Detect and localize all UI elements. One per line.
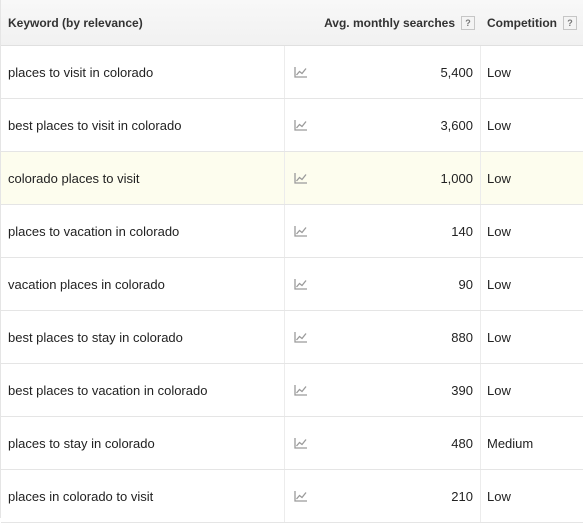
competition-cell: Low	[487, 488, 511, 504]
table-row[interactable]: best places to vacation in colorado 390 …	[1, 364, 583, 417]
trend-chart-icon[interactable]	[285, 278, 317, 290]
competition-cell: Low	[487, 329, 511, 345]
competition-cell: Low	[487, 276, 511, 292]
keyword-cell[interactable]: places to vacation in colorado	[1, 205, 285, 257]
searches-cell: 90	[317, 258, 481, 310]
table-row[interactable]: vacation places in colorado 90 Low	[1, 258, 583, 311]
keyword-cell[interactable]: colorado places to visit	[1, 152, 285, 204]
keyword-cell[interactable]: places in colorado to visit	[1, 470, 285, 522]
trend-chart-icon[interactable]	[285, 437, 317, 449]
searches-cell: 210	[317, 470, 481, 522]
competition-cell: Low	[487, 117, 511, 133]
searches-cell: 140	[317, 205, 481, 257]
keyword-ideas-table: Keyword (by relevance) Avg. monthly sear…	[0, 0, 583, 523]
searches-header-label: Avg. monthly searches	[324, 15, 455, 30]
searches-cell: 390	[317, 364, 481, 416]
keyword-cell[interactable]: vacation places in colorado	[1, 258, 285, 310]
competition-cell: Low	[487, 64, 511, 80]
competition-header-label: Competition	[487, 15, 557, 30]
searches-cell: 1,000	[317, 152, 481, 204]
trend-chart-icon[interactable]	[285, 490, 317, 502]
searches-cell: 880	[317, 311, 481, 363]
searches-column-header[interactable]: Avg. monthly searches ?	[285, 15, 481, 30]
competition-column-header[interactable]: Competition ?	[481, 15, 583, 30]
keyword-column-header[interactable]: Keyword (by relevance)	[1, 16, 285, 30]
table-row[interactable]: places to stay in colorado 480 Medium	[1, 417, 583, 470]
competition-cell: Low	[487, 382, 511, 398]
keyword-cell[interactable]: best places to visit in colorado	[1, 99, 285, 151]
keyword-cell[interactable]: places to stay in colorado	[1, 417, 285, 469]
table-row[interactable]: places to vacation in colorado 140 Low	[1, 205, 583, 258]
keyword-cell[interactable]: best places to stay in colorado	[1, 311, 285, 363]
keyword-cell[interactable]: places to visit in colorado	[1, 46, 285, 98]
competition-cell: Low	[487, 223, 511, 239]
competition-cell: Low	[487, 170, 511, 186]
table-row[interactable]: best places to stay in colorado 880 Low	[1, 311, 583, 364]
table-header: Keyword (by relevance) Avg. monthly sear…	[1, 0, 583, 46]
table-row[interactable]: places in colorado to visit 210 Low	[1, 470, 583, 523]
table-row[interactable]: places to visit in colorado 5,400 Low	[1, 46, 583, 99]
trend-chart-icon[interactable]	[285, 119, 317, 131]
trend-chart-icon[interactable]	[285, 172, 317, 184]
trend-chart-icon[interactable]	[285, 225, 317, 237]
table-row[interactable]: best places to visit in colorado 3,600 L…	[1, 99, 583, 152]
trend-chart-icon[interactable]	[285, 384, 317, 396]
searches-cell: 480	[317, 417, 481, 469]
keyword-cell[interactable]: best places to vacation in colorado	[1, 364, 285, 416]
help-icon[interactable]: ?	[563, 15, 577, 30]
searches-cell: 5,400	[317, 46, 481, 98]
table-row[interactable]: colorado places to visit 1,000 Low	[1, 152, 583, 205]
trend-chart-icon[interactable]	[285, 66, 317, 78]
searches-cell: 3,600	[317, 99, 481, 151]
help-icon[interactable]: ?	[461, 15, 475, 30]
competition-cell: Medium	[487, 435, 534, 451]
trend-chart-icon[interactable]	[285, 331, 317, 343]
